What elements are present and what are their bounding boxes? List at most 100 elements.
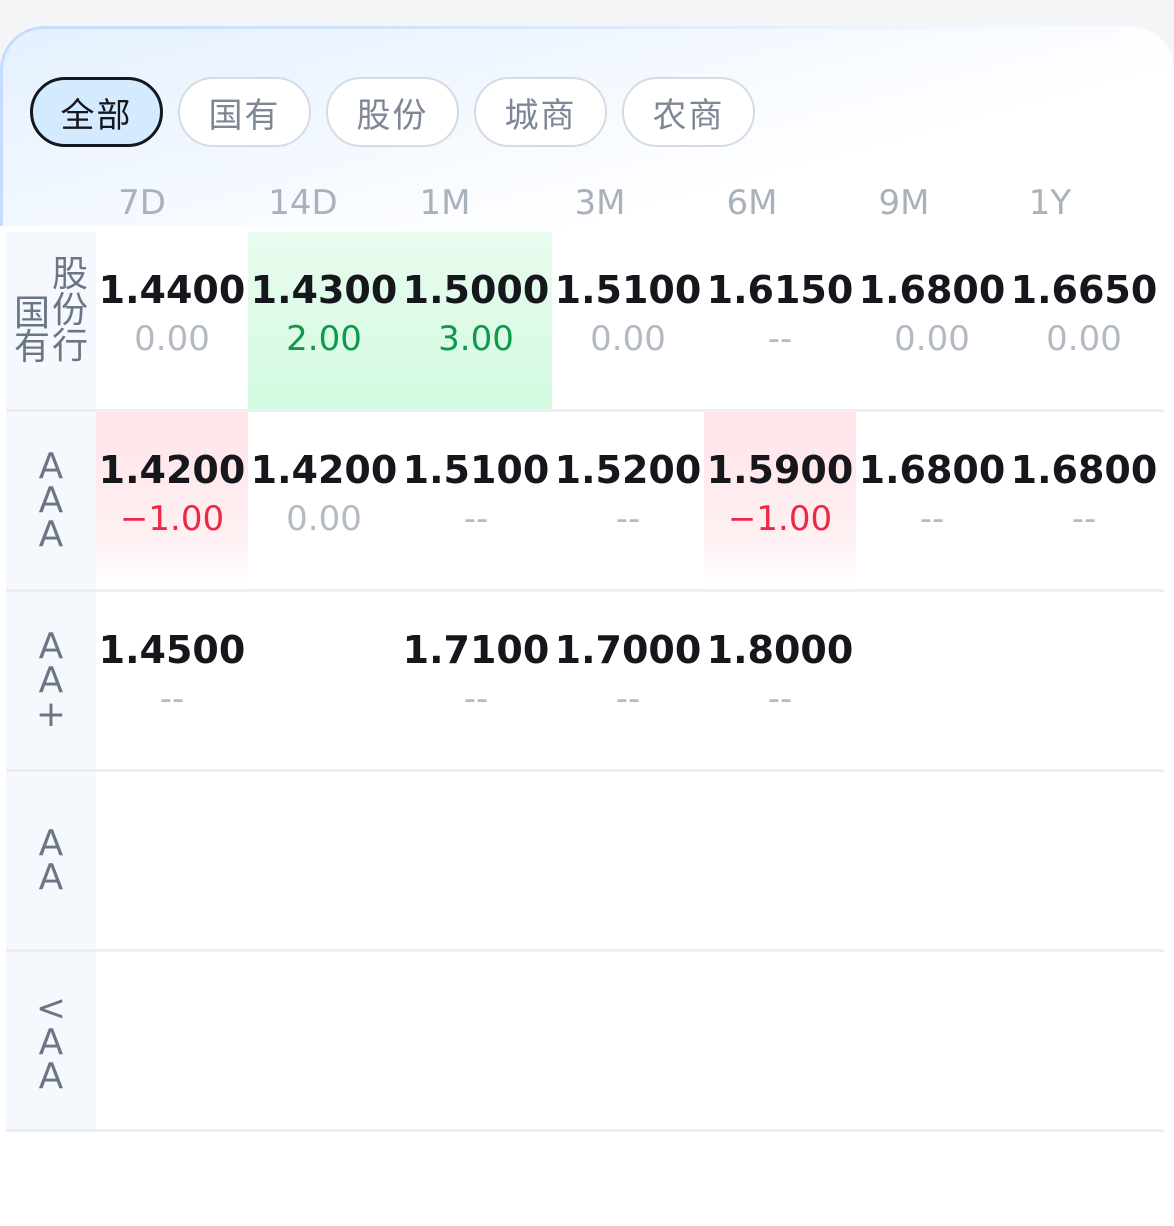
tenor-header-14d[interactable]: 14D — [258, 175, 348, 231]
rate-value: 1.4200 — [250, 447, 398, 492]
rate-grid: 国有 股份行 1.4400 0.00 1.4300 2.00 1.5000 3.00 1.5… — [6, 232, 1164, 1132]
rate-cell[interactable]: 1.5000 3.00 — [400, 232, 552, 409]
row-label-below-aa: < A A — [6, 952, 96, 1129]
rate-cell[interactable]: 1.5200 -- — [552, 412, 704, 589]
rate-change: -- — [463, 498, 489, 539]
filter-chip-group: 全部 国有 股份 城商 农商 — [30, 77, 755, 147]
row-label-char: 行 — [52, 325, 89, 367]
rating-row-aa: AA — [6, 772, 1164, 952]
row-label-char: 份 — [52, 289, 89, 331]
rate-change: 0.00 — [590, 318, 666, 359]
row-label-char: A — [38, 659, 64, 701]
row-label-char: A — [38, 445, 64, 487]
filter-chip-rural-commercial[interactable]: 农商 — [622, 77, 755, 147]
row-label-text-right: 股份行 — [52, 253, 89, 367]
rate-cell[interactable]: 1.4200 −1.00 — [96, 412, 248, 589]
rate-value: 1.5000 — [402, 267, 550, 312]
row-label-text: AAA — [38, 445, 64, 555]
rate-change: 2.00 — [286, 318, 362, 359]
rate-change: −1.00 — [727, 498, 833, 539]
row-label-text: < A A — [35, 988, 67, 1097]
rate-change: 0.00 — [894, 318, 970, 359]
row-label-state-joint: 国有 股份行 — [6, 232, 96, 409]
rate-value: 1.6650 — [1010, 267, 1158, 312]
rate-change: -- — [615, 678, 641, 719]
rate-change: -- — [767, 678, 793, 719]
row-label-char: 有 — [13, 326, 50, 368]
row-label-text-left: 国有 — [13, 292, 50, 368]
rate-value: 1.4200 — [98, 447, 246, 492]
rate-cell[interactable]: 1.6800 -- — [856, 412, 1008, 589]
rate-change: −1.00 — [119, 498, 225, 539]
rate-change: 3.00 — [438, 318, 514, 359]
filter-chip-all[interactable]: 全部 — [30, 77, 163, 147]
tenor-header-9m[interactable]: 9M — [859, 175, 949, 231]
rate-cell[interactable]: 1.4200 0.00 — [248, 412, 400, 589]
row-label-char: < — [35, 988, 67, 1029]
rate-value: 1.4500 — [98, 627, 246, 672]
rate-change: -- — [919, 498, 945, 539]
rating-row-below-aa: < A A — [6, 952, 1164, 1132]
row-label-text: AA — [38, 822, 64, 898]
row-label-char: A — [38, 1056, 64, 1097]
rate-cell[interactable]: 1.5100 -- — [400, 412, 552, 589]
rate-cell[interactable]: 1.5100 0.00 — [552, 232, 704, 409]
row-label-char: A — [38, 479, 64, 521]
rate-cell[interactable]: 1.7100 -- — [400, 592, 552, 769]
tenor-header-row: 7D 14D 1M 3M 6M 9M 1Y — [0, 175, 1174, 231]
filter-chip-city-commercial[interactable]: 城商 — [474, 77, 607, 147]
rate-value: 1.5100 — [402, 447, 550, 492]
rate-value: 1.4400 — [98, 267, 246, 312]
rate-change: -- — [463, 678, 489, 719]
rate-change: -- — [159, 678, 185, 719]
rate-cell[interactable]: 1.6650 0.00 — [1008, 232, 1160, 409]
rate-value: 1.7000 — [554, 627, 702, 672]
rate-cell[interactable]: 1.6800 0.00 — [856, 232, 1008, 409]
row-label-char: 国 — [13, 292, 50, 334]
rate-value: 1.6150 — [706, 267, 854, 312]
rate-cell[interactable]: 1.6800 -- — [1008, 412, 1160, 589]
row-label-char: A — [38, 822, 64, 864]
rate-value: 1.5900 — [706, 447, 854, 492]
rate-change: -- — [1071, 498, 1097, 539]
row-label-aa: AA — [6, 772, 96, 949]
rating-row-aa-plus: A A + 1.4500 -- 1.7100 -- 1.7000 -- 1.8000 -- — [6, 592, 1164, 772]
rate-cell[interactable]: 1.8000 -- — [704, 592, 856, 769]
tenor-header-1m[interactable]: 1M — [400, 175, 490, 231]
rate-value: 1.4300 — [250, 267, 398, 312]
rate-change: 0.00 — [134, 318, 210, 359]
filter-chip-joint-stock[interactable]: 股份 — [326, 77, 459, 147]
rate-value: 1.8000 — [706, 627, 854, 672]
tenor-header-3m[interactable]: 3M — [555, 175, 645, 231]
rate-value: 1.7100 — [402, 627, 550, 672]
filter-chip-state-owned[interactable]: 国有 — [178, 77, 311, 147]
tenor-header-6m[interactable]: 6M — [707, 175, 797, 231]
rating-row-aaa: AAA 1.4200 −1.00 1.4200 0.00 1.5100 -- 1.5200 -… — [6, 412, 1164, 592]
rate-cell[interactable]: 1.7000 -- — [552, 592, 704, 769]
rate-value: 1.6800 — [858, 447, 1006, 492]
rate-cell[interactable]: 1.5900 −1.00 — [704, 412, 856, 589]
rate-change: 0.00 — [1046, 318, 1122, 359]
rate-change: 0.00 — [286, 498, 362, 539]
row-label-char: 股 — [52, 253, 89, 295]
row-label-char: A — [38, 625, 64, 667]
rate-change: -- — [767, 318, 793, 359]
rate-cell[interactable]: 1.4500 -- — [96, 592, 248, 769]
row-label-char: A — [38, 856, 64, 898]
row-label-char: + — [35, 693, 67, 735]
row-label-char: A — [38, 1022, 64, 1063]
tenor-header-1y[interactable]: 1Y — [1005, 175, 1095, 231]
row-label-aa-plus: A A + — [6, 592, 96, 769]
row-label-char: A — [38, 513, 64, 555]
row-label-aaa: AAA — [6, 412, 96, 589]
rate-value: 1.5200 — [554, 447, 702, 492]
rate-change: -- — [615, 498, 641, 539]
rate-cell[interactable]: 1.6150 -- — [704, 232, 856, 409]
rate-cell[interactable]: 1.4400 0.00 — [96, 232, 248, 409]
row-label-text: A A + — [35, 625, 67, 735]
rate-value: 1.6800 — [858, 267, 1006, 312]
rate-value: 1.5100 — [554, 267, 702, 312]
tenor-header-7d[interactable]: 7D — [97, 175, 187, 231]
rate-cell[interactable]: 1.4300 2.00 — [248, 232, 400, 409]
rating-row-state-joint: 国有 股份行 1.4400 0.00 1.4300 2.00 1.5000 3.00 1.5… — [6, 232, 1164, 412]
